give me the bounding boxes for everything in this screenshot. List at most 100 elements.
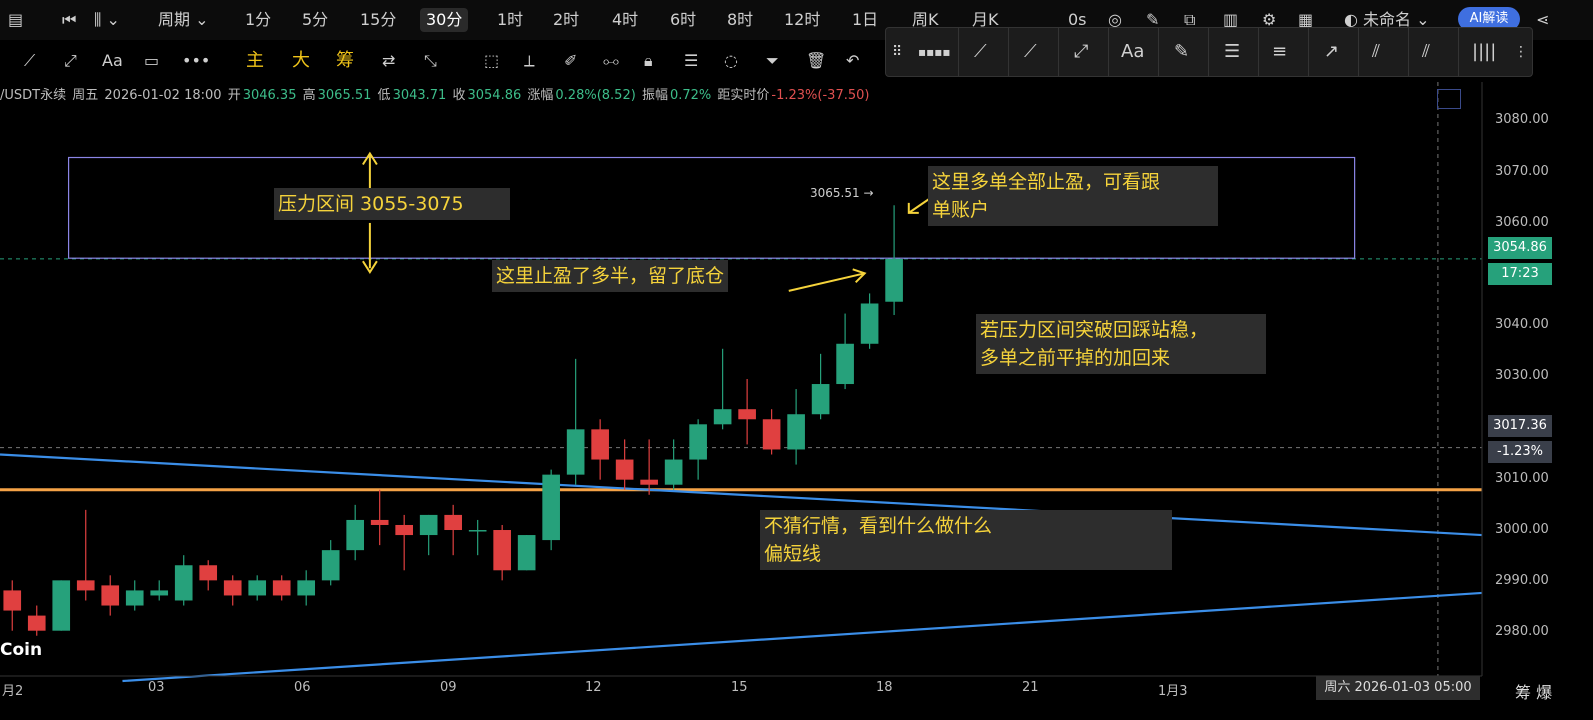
share-icon[interactable]: ⋖ <box>1536 8 1549 32</box>
candle-body <box>27 615 46 631</box>
interval-6h[interactable]: 6时 <box>670 8 696 32</box>
symbol-label: /USDT永续 <box>0 88 67 103</box>
text-icon[interactable]: Aa <box>1121 40 1144 64</box>
trend-line-icon[interactable]: ⟋ <box>24 50 35 72</box>
annotation-take-profit-all[interactable]: 这里多单全部止盈，可看跟 单账户 <box>928 166 1218 226</box>
rectangle-icon[interactable]: ▭ <box>144 50 159 72</box>
arrow-line-icon[interactable]: ↗ <box>1324 40 1339 64</box>
indicator-large[interactable]: 大 <box>292 50 310 72</box>
period-dropdown[interactable]: 周期 ⌄ <box>158 8 209 32</box>
interval-5m[interactable]: 5分 <box>302 8 328 32</box>
annotation-trading-style[interactable]: 不猜行情，看到什么做什么 偏短线 <box>760 510 1172 570</box>
more-icon[interactable]: ••• <box>182 50 210 72</box>
x-tick-label: 18 <box>876 680 893 695</box>
interval-2h[interactable]: 2时 <box>553 8 579 32</box>
candle-body <box>395 524 414 536</box>
expand-icon[interactable] <box>1437 89 1461 109</box>
segment-icon[interactable]: ⟋ <box>974 40 987 64</box>
candle-body <box>468 530 487 532</box>
brush-tool-icon[interactable]: ✎ <box>1174 40 1189 64</box>
interval-8h[interactable]: 8时 <box>727 8 753 32</box>
candle-body <box>738 409 756 420</box>
change-label: 涨幅 <box>527 88 554 103</box>
lock-icon[interactable]: 🔒︎ <box>644 50 653 72</box>
interval-1h[interactable]: 1时 <box>497 8 523 32</box>
annotation-take-profit-all-line2: 单账户 <box>932 199 990 221</box>
drawbar-grip-icon[interactable]: ⋮ <box>1514 40 1528 64</box>
x-tick-label: 03 <box>148 680 165 695</box>
candle-body <box>101 585 120 606</box>
candle-body <box>272 580 291 596</box>
candle-body <box>321 550 340 581</box>
candle-body <box>664 459 683 485</box>
channel-icon[interactable]: ⫽ <box>1422 40 1430 64</box>
trendline-2 <box>122 591 1483 683</box>
edit-list-icon[interactable]: ☰ <box>684 50 698 72</box>
magnet-icon[interactable]: ⧟ <box>603 50 619 72</box>
crosshair-time-label: 周六 2026-01-03 05:00 <box>1316 676 1480 700</box>
candle-body <box>370 519 389 525</box>
y-tick-label: 3070.00 <box>1495 164 1549 179</box>
candle-body <box>150 590 169 596</box>
interval-1m[interactable]: 1分 <box>245 8 271 32</box>
annotation-breakout[interactable]: 若压力区间突破回踩站稳， 多单之前平掉的加回来 <box>976 314 1266 374</box>
candle-type-icon[interactable]: ⫼ ⌄ <box>94 8 120 32</box>
ray-line-icon[interactable]: ⤢ <box>64 50 77 72</box>
text-tool[interactable]: Aa <box>102 50 123 72</box>
candle-body <box>517 535 536 571</box>
y-tick-label: 3010.00 <box>1495 471 1549 486</box>
calendar-icon[interactable]: ▤ <box>8 8 23 32</box>
interval-1d[interactable]: 1日 <box>852 8 878 32</box>
line-style-icon[interactable]: ▪▪▪▪ <box>918 40 951 64</box>
trash-icon[interactable]: 🗑︎ <box>806 50 826 72</box>
interval-30m[interactable]: 30分 <box>420 8 469 32</box>
candle-body <box>52 580 71 631</box>
candle-body <box>787 414 805 450</box>
current-price-label: 3054.86 <box>1488 237 1552 259</box>
extended-line-icon[interactable]: ⤢ <box>1074 40 1088 64</box>
hide-icon[interactable]: ◌ <box>724 50 738 72</box>
change-value: 0.28%(8.52) <box>555 88 636 103</box>
close-label: 收 <box>452 88 466 103</box>
indicator-chips[interactable]: 筹 <box>336 50 354 72</box>
x-tick-label: 月2 <box>2 684 24 699</box>
ruler-icon[interactable]: ⟂ <box>524 50 535 72</box>
price-chart[interactable] <box>0 0 1593 720</box>
horizontal-line-icon[interactable]: ☰ <box>1224 40 1240 64</box>
interval-4h[interactable]: 4时 <box>612 8 638 32</box>
day-label: 周五 <box>72 88 99 103</box>
swap-icon[interactable]: ⇄ <box>382 50 395 72</box>
watermark-logo: Coin <box>0 640 43 660</box>
interval-12h[interactable]: 12时 <box>784 8 820 32</box>
brush-icon[interactable]: ✐ <box>564 50 577 72</box>
filter-icon[interactable]: ⏷ <box>766 50 779 72</box>
candle-body <box>591 429 609 460</box>
x-tick-label: 21 <box>1022 680 1039 695</box>
auto-draw-icon[interactable]: ⤡ <box>424 50 437 72</box>
interval-15m[interactable]: 15分 <box>360 8 396 32</box>
floating-draw-bar: ⠿ ▪▪▪▪ ⟋ ⟋ ⤢ Aa ✎ ☰ ≡ ↗ ⫽ ⫽ |||| ⋮ <box>885 27 1533 77</box>
rewind-icon[interactable]: ⏮ <box>62 8 76 32</box>
datetime-label: 2026-01-02 18:00 <box>104 88 222 103</box>
candle-body <box>566 429 585 475</box>
undo-icon[interactable]: ↶ <box>846 50 859 72</box>
drag-handle-icon[interactable]: ⠿ <box>892 40 902 64</box>
parallel-channel-icon[interactable]: ⫽ <box>1372 40 1380 64</box>
bottom-right-tools[interactable]: 筹 爆 <box>1515 679 1552 703</box>
candle-body <box>689 424 707 460</box>
annotation-pressure-zone[interactable]: 压力区间 3055-3075 <box>274 188 510 220</box>
vertical-lines-icon[interactable]: |||| <box>1472 40 1496 64</box>
indicator-main[interactable]: 主 <box>246 50 264 72</box>
candle-body <box>297 580 316 596</box>
annotation-style-line2: 偏短线 <box>764 543 822 565</box>
candle-body <box>419 514 438 536</box>
select-icon[interactable]: ⬚ <box>484 50 499 72</box>
crosshair-pct-label: -1.23% <box>1488 441 1552 463</box>
x-tick-label: 12 <box>585 680 602 695</box>
annotation-take-profit-most[interactable]: 这里止盈了多半，留了底仓 <box>492 260 729 292</box>
ohlc-info-bar: /USDT永续 周五 2026-01-02 18:00 开 3046.35 高 30… <box>0 86 871 106</box>
annotation-style-line1: 不猜行情，看到什么做什么 <box>764 515 993 537</box>
drawing-toolbar: ⟋ ⤢ Aa ▭ ••• 主 大 筹 ⇄ ⤡ ⬚ ⟂ ✐ ⧟ 🔒︎ ☰ ◌ ⏷ … <box>0 40 890 82</box>
fib-icon[interactable]: ≡ <box>1272 40 1287 64</box>
ray-icon[interactable]: ⟋ <box>1024 40 1037 64</box>
